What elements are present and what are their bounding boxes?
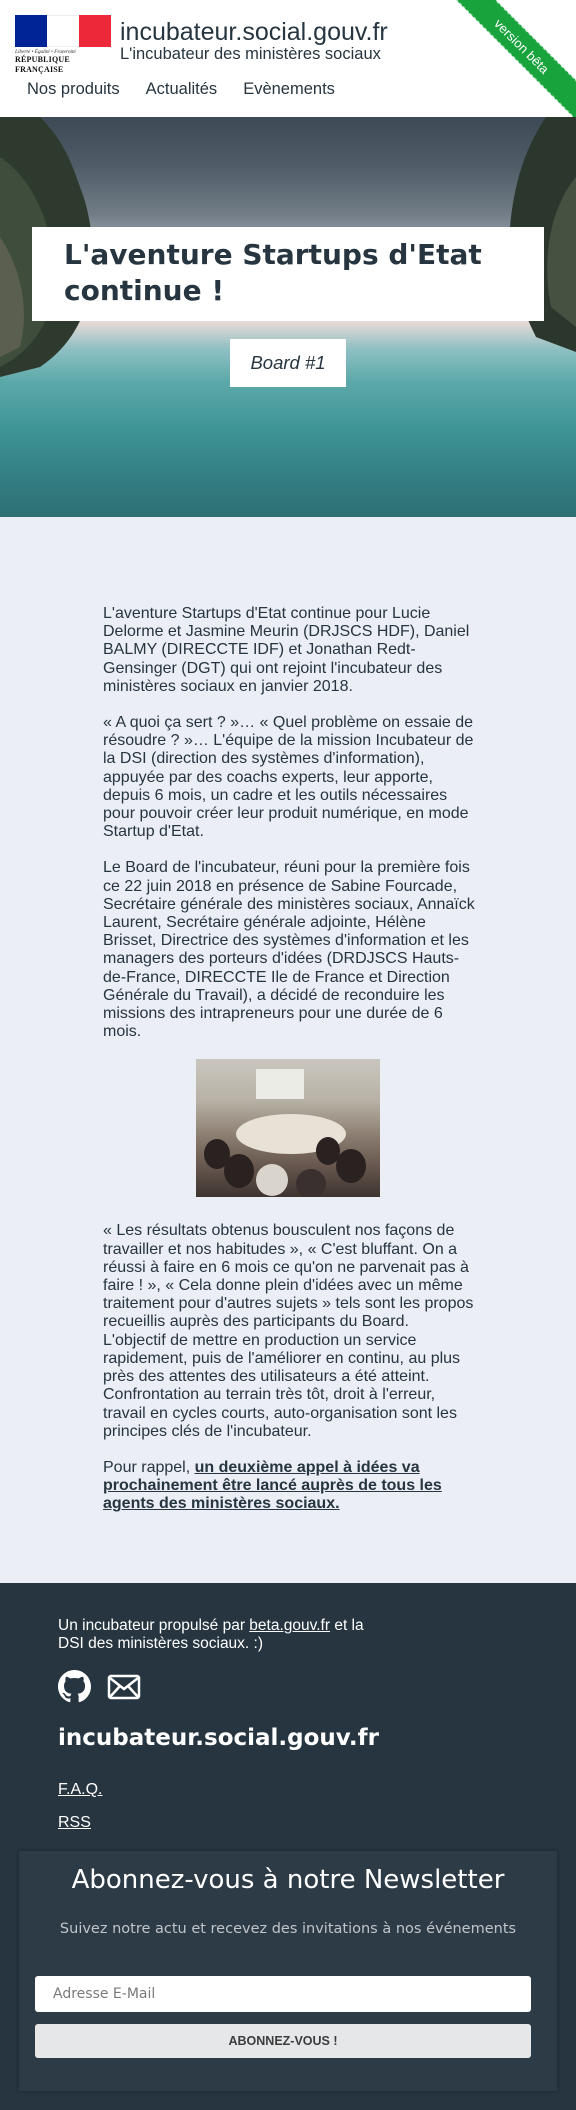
newsletter-email-input[interactable] bbox=[35, 1976, 531, 2012]
site-title[interactable]: incubateur.social.gouv.fr bbox=[120, 17, 388, 47]
footer-link-faq[interactable]: F.A.Q. bbox=[58, 1781, 102, 1799]
logo-text: RÉPUBLIQUE FRANÇAISE bbox=[15, 55, 70, 74]
newsletter-box: Abonnez-vous à notre Newsletter Suivez n… bbox=[19, 1851, 557, 2091]
footer-tagline: Un incubateur propulsé par beta.gouv.fr … bbox=[58, 1617, 378, 1653]
reminder-prefix: Pour rappel, bbox=[103, 1458, 195, 1476]
main-nav: Nos produits Actualités Evènements bbox=[27, 80, 335, 99]
article-paragraph-3: Le Board de l'incubateur, réuni pour la … bbox=[103, 859, 475, 1041]
article-body: L'aventure Startups d'Etat continue pour… bbox=[0, 517, 576, 1583]
board-badge: Board #1 bbox=[230, 339, 346, 387]
hero-banner: L'aventure Startups d'Etat continue ! Bo… bbox=[0, 117, 576, 517]
site-subtitle: L'incubateur des ministères sociaux bbox=[120, 45, 381, 63]
footer-link-rss[interactable]: RSS bbox=[58, 1814, 91, 1832]
article-paragraph-1: L'aventure Startups d'Etat continue pour… bbox=[103, 605, 470, 695]
beta-gouv-link[interactable]: beta.gouv.fr bbox=[249, 1617, 330, 1634]
article-paragraph-4: « Les résultats obtenus bousculent nos f… bbox=[103, 1222, 474, 1440]
newsletter-title: Abonnez-vous à notre Newsletter bbox=[71, 1865, 505, 1895]
site-footer: Un incubateur propulsé par beta.gouv.fr … bbox=[0, 1583, 576, 2110]
article-paragraph-5: Pour rappel, un deuxième appel à idées v… bbox=[103, 1459, 475, 1514]
newsletter-subscribe-button[interactable]: ABONNEZ-VOUS ! bbox=[35, 2024, 531, 2058]
nav-item-news[interactable]: Actualités bbox=[146, 80, 218, 99]
newsletter-subtitle: Suivez notre actu et recevez des invitat… bbox=[59, 1921, 517, 1937]
hero-title: L'aventure Startups d'Etat continue ! bbox=[64, 238, 482, 307]
article-paragraph-2: « A quoi ça sert ? »… « Quel problème on… bbox=[103, 714, 474, 841]
nav-item-products[interactable]: Nos produits bbox=[27, 80, 120, 99]
beta-ribbon: version bêta bbox=[434, 0, 576, 117]
hero-title-box: L'aventure Startups d'Etat continue ! bbox=[32, 227, 544, 321]
mail-icon[interactable] bbox=[107, 1670, 141, 1703]
github-icon[interactable] bbox=[58, 1670, 91, 1703]
site-header: Liberté • Égalité • Fraternité RÉPUBLIQU… bbox=[0, 0, 576, 117]
tagline-prefix: Un incubateur propulsé par bbox=[58, 1617, 250, 1634]
social-icons bbox=[58, 1670, 141, 1703]
nav-item-events[interactable]: Evènements bbox=[243, 80, 335, 99]
board-meeting-photo bbox=[196, 1059, 380, 1198]
footer-brand[interactable]: incubateur.social.gouv.fr bbox=[58, 1725, 379, 1751]
republique-francaise-logo[interactable]: Liberté • Égalité • Fraternité RÉPUBLIQU… bbox=[15, 15, 111, 74]
tricolor-flag-icon bbox=[15, 15, 111, 47]
